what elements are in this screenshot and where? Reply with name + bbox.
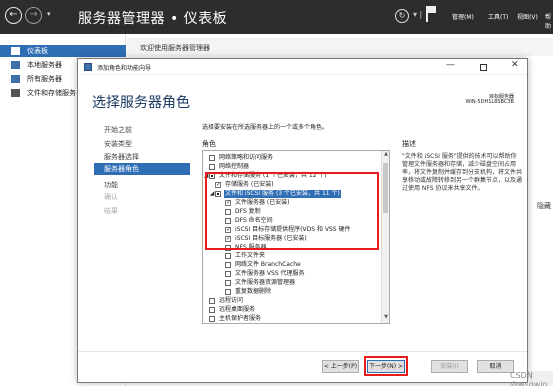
role-label: 网络文件 BranchCache bbox=[235, 261, 301, 269]
hide-link[interactable]: 隐藏 bbox=[537, 201, 551, 211]
wizard-titlebar: 添加角色和功能向导 — ✕ bbox=[78, 59, 527, 75]
role-checkbox[interactable] bbox=[225, 253, 231, 260]
role-label: 文件服务器 VSS 代理服务 bbox=[235, 270, 305, 278]
role-row[interactable]: 工作文件夹 bbox=[203, 252, 383, 260]
install-button: 安装(I) bbox=[431, 360, 468, 373]
close-icon[interactable]: ✕ bbox=[511, 60, 519, 70]
toolbar-separator: ▾ | bbox=[413, 10, 423, 19]
step-results: 结果 bbox=[104, 207, 118, 215]
forward-arrow-icon[interactable]: → bbox=[25, 7, 42, 24]
step-server-selection[interactable]: 服务器选择 bbox=[104, 152, 139, 162]
watermark: CSDN @wsqwin bbox=[510, 371, 548, 386]
sidebar-item-label: 文件和存储服务 bbox=[27, 89, 76, 97]
wizard-window-title: 添加角色和功能向导 bbox=[97, 65, 152, 72]
role-label: 主机保护者服务 bbox=[219, 315, 262, 323]
role-checkbox[interactable] bbox=[209, 163, 215, 170]
sidebar-item-dashboard[interactable]: 仪表板 bbox=[0, 45, 126, 57]
role-row[interactable]: 网络策略和访问服务 bbox=[203, 154, 383, 162]
sidebar-item-label: 本地服务器 bbox=[27, 61, 62, 69]
step-confirmation: 确认 bbox=[104, 193, 118, 201]
role-checkbox[interactable] bbox=[225, 280, 231, 287]
menu-manage[interactable]: 管理(M) bbox=[452, 12, 474, 21]
previous-button[interactable]: < 上一步(P) bbox=[322, 360, 359, 373]
step-features[interactable]: 功能 bbox=[104, 180, 118, 190]
description-heading: 描述 bbox=[402, 140, 416, 148]
instruction-text: 选择要安装在所选服务器上的一个或多个角色。 bbox=[202, 124, 329, 131]
servers-icon bbox=[11, 75, 20, 83]
roles-scrollbar[interactable]: ▲ ▼ bbox=[381, 151, 389, 323]
role-label: 网络策略和访问服务 bbox=[219, 154, 274, 161]
wizard-app-icon bbox=[84, 63, 92, 71]
step-installation-type[interactable]: 安装类型 bbox=[104, 139, 132, 149]
role-label: 远程访问 bbox=[219, 297, 244, 305]
role-label: 远程桌面服务 bbox=[219, 306, 256, 314]
role-label: 文件服务器资源管理器 bbox=[235, 279, 296, 287]
menu-help[interactable]: 帮助 bbox=[545, 12, 553, 30]
storage-icon bbox=[11, 89, 20, 97]
annotation-highlight-roles bbox=[205, 172, 379, 250]
back-arrow-icon[interactable]: ← bbox=[5, 7, 22, 24]
step-before-you-begin[interactable]: 开始之前 bbox=[104, 125, 132, 135]
role-checkbox[interactable] bbox=[209, 307, 215, 314]
role-row[interactable]: 文件服务器 VSS 代理服务 bbox=[203, 270, 383, 278]
menu-view[interactable]: 视图(V) bbox=[517, 12, 538, 21]
cancel-button[interactable]: 取消 bbox=[477, 360, 514, 373]
role-checkbox[interactable] bbox=[225, 271, 231, 278]
role-row[interactable]: 主机保护者服务 bbox=[203, 315, 383, 323]
nav-dropdown-icon[interactable]: ▾ bbox=[47, 10, 51, 18]
title-bar: ← → ▾ 服务器管理器 • 仪表板 ↻ ▾ | 管理(M) 工具(T) 视图(… bbox=[0, 0, 553, 34]
welcome-text: 欢迎使用服务器管理器 bbox=[140, 44, 210, 52]
role-row[interactable]: 文件服务器资源管理器 bbox=[203, 279, 383, 287]
refresh-icon[interactable]: ↻ bbox=[395, 9, 409, 23]
role-checkbox[interactable] bbox=[209, 155, 215, 161]
role-row[interactable]: 网络控制器 bbox=[203, 163, 383, 171]
role-row[interactable]: 重复数据删除 bbox=[203, 288, 383, 296]
server-icon bbox=[11, 61, 20, 69]
roles-heading: 角色 bbox=[202, 140, 216, 148]
scroll-down-icon[interactable]: ▼ bbox=[382, 314, 389, 322]
footer-divider bbox=[78, 351, 527, 352]
role-row[interactable]: 远程桌面服务 bbox=[203, 306, 383, 314]
annotation-highlight-next bbox=[364, 356, 408, 376]
role-checkbox[interactable] bbox=[209, 298, 215, 305]
role-label: 网络控制器 bbox=[219, 162, 250, 170]
app-title: 服务器管理器 • 仪表板 bbox=[78, 11, 228, 27]
minimize-icon[interactable]: — bbox=[446, 60, 455, 70]
scroll-thumb[interactable] bbox=[383, 163, 388, 213]
notifications-flag-icon[interactable] bbox=[426, 6, 436, 22]
menu-tools[interactable]: 工具(T) bbox=[488, 12, 508, 21]
step-server-roles[interactable]: 服务器角色 bbox=[94, 163, 190, 175]
description-text: "文件和 iSCSI 服务"提供的技术可以帮助你管理文件服务器和存储，减少磁盘空… bbox=[402, 153, 523, 192]
scroll-up-icon[interactable]: ▲ bbox=[382, 151, 389, 159]
role-checkbox[interactable] bbox=[225, 262, 231, 269]
role-label: 重复数据删除 bbox=[235, 288, 272, 296]
role-row[interactable]: 远程访问 bbox=[203, 297, 383, 305]
sidebar-item-label: 所有服务器 bbox=[27, 75, 62, 83]
page-title: 选择服务器角色 bbox=[92, 95, 190, 111]
sidebar-item-label: 仪表板 bbox=[27, 47, 48, 55]
role-label: 工作文件夹 bbox=[235, 252, 266, 260]
role-row[interactable]: 网络文件 BranchCache bbox=[203, 261, 383, 269]
role-checkbox[interactable] bbox=[225, 289, 231, 296]
add-roles-wizard-dialog: 添加角色和功能向导 — ✕ 选择服务器角色 目标服务器 WIN-5DH1L8SB… bbox=[77, 58, 528, 383]
maximize-icon[interactable] bbox=[480, 64, 487, 71]
destination-server-value: WIN-5DH1L8SBC3B bbox=[465, 99, 514, 105]
role-checkbox[interactable] bbox=[209, 316, 215, 323]
dashboard-icon bbox=[11, 47, 20, 55]
